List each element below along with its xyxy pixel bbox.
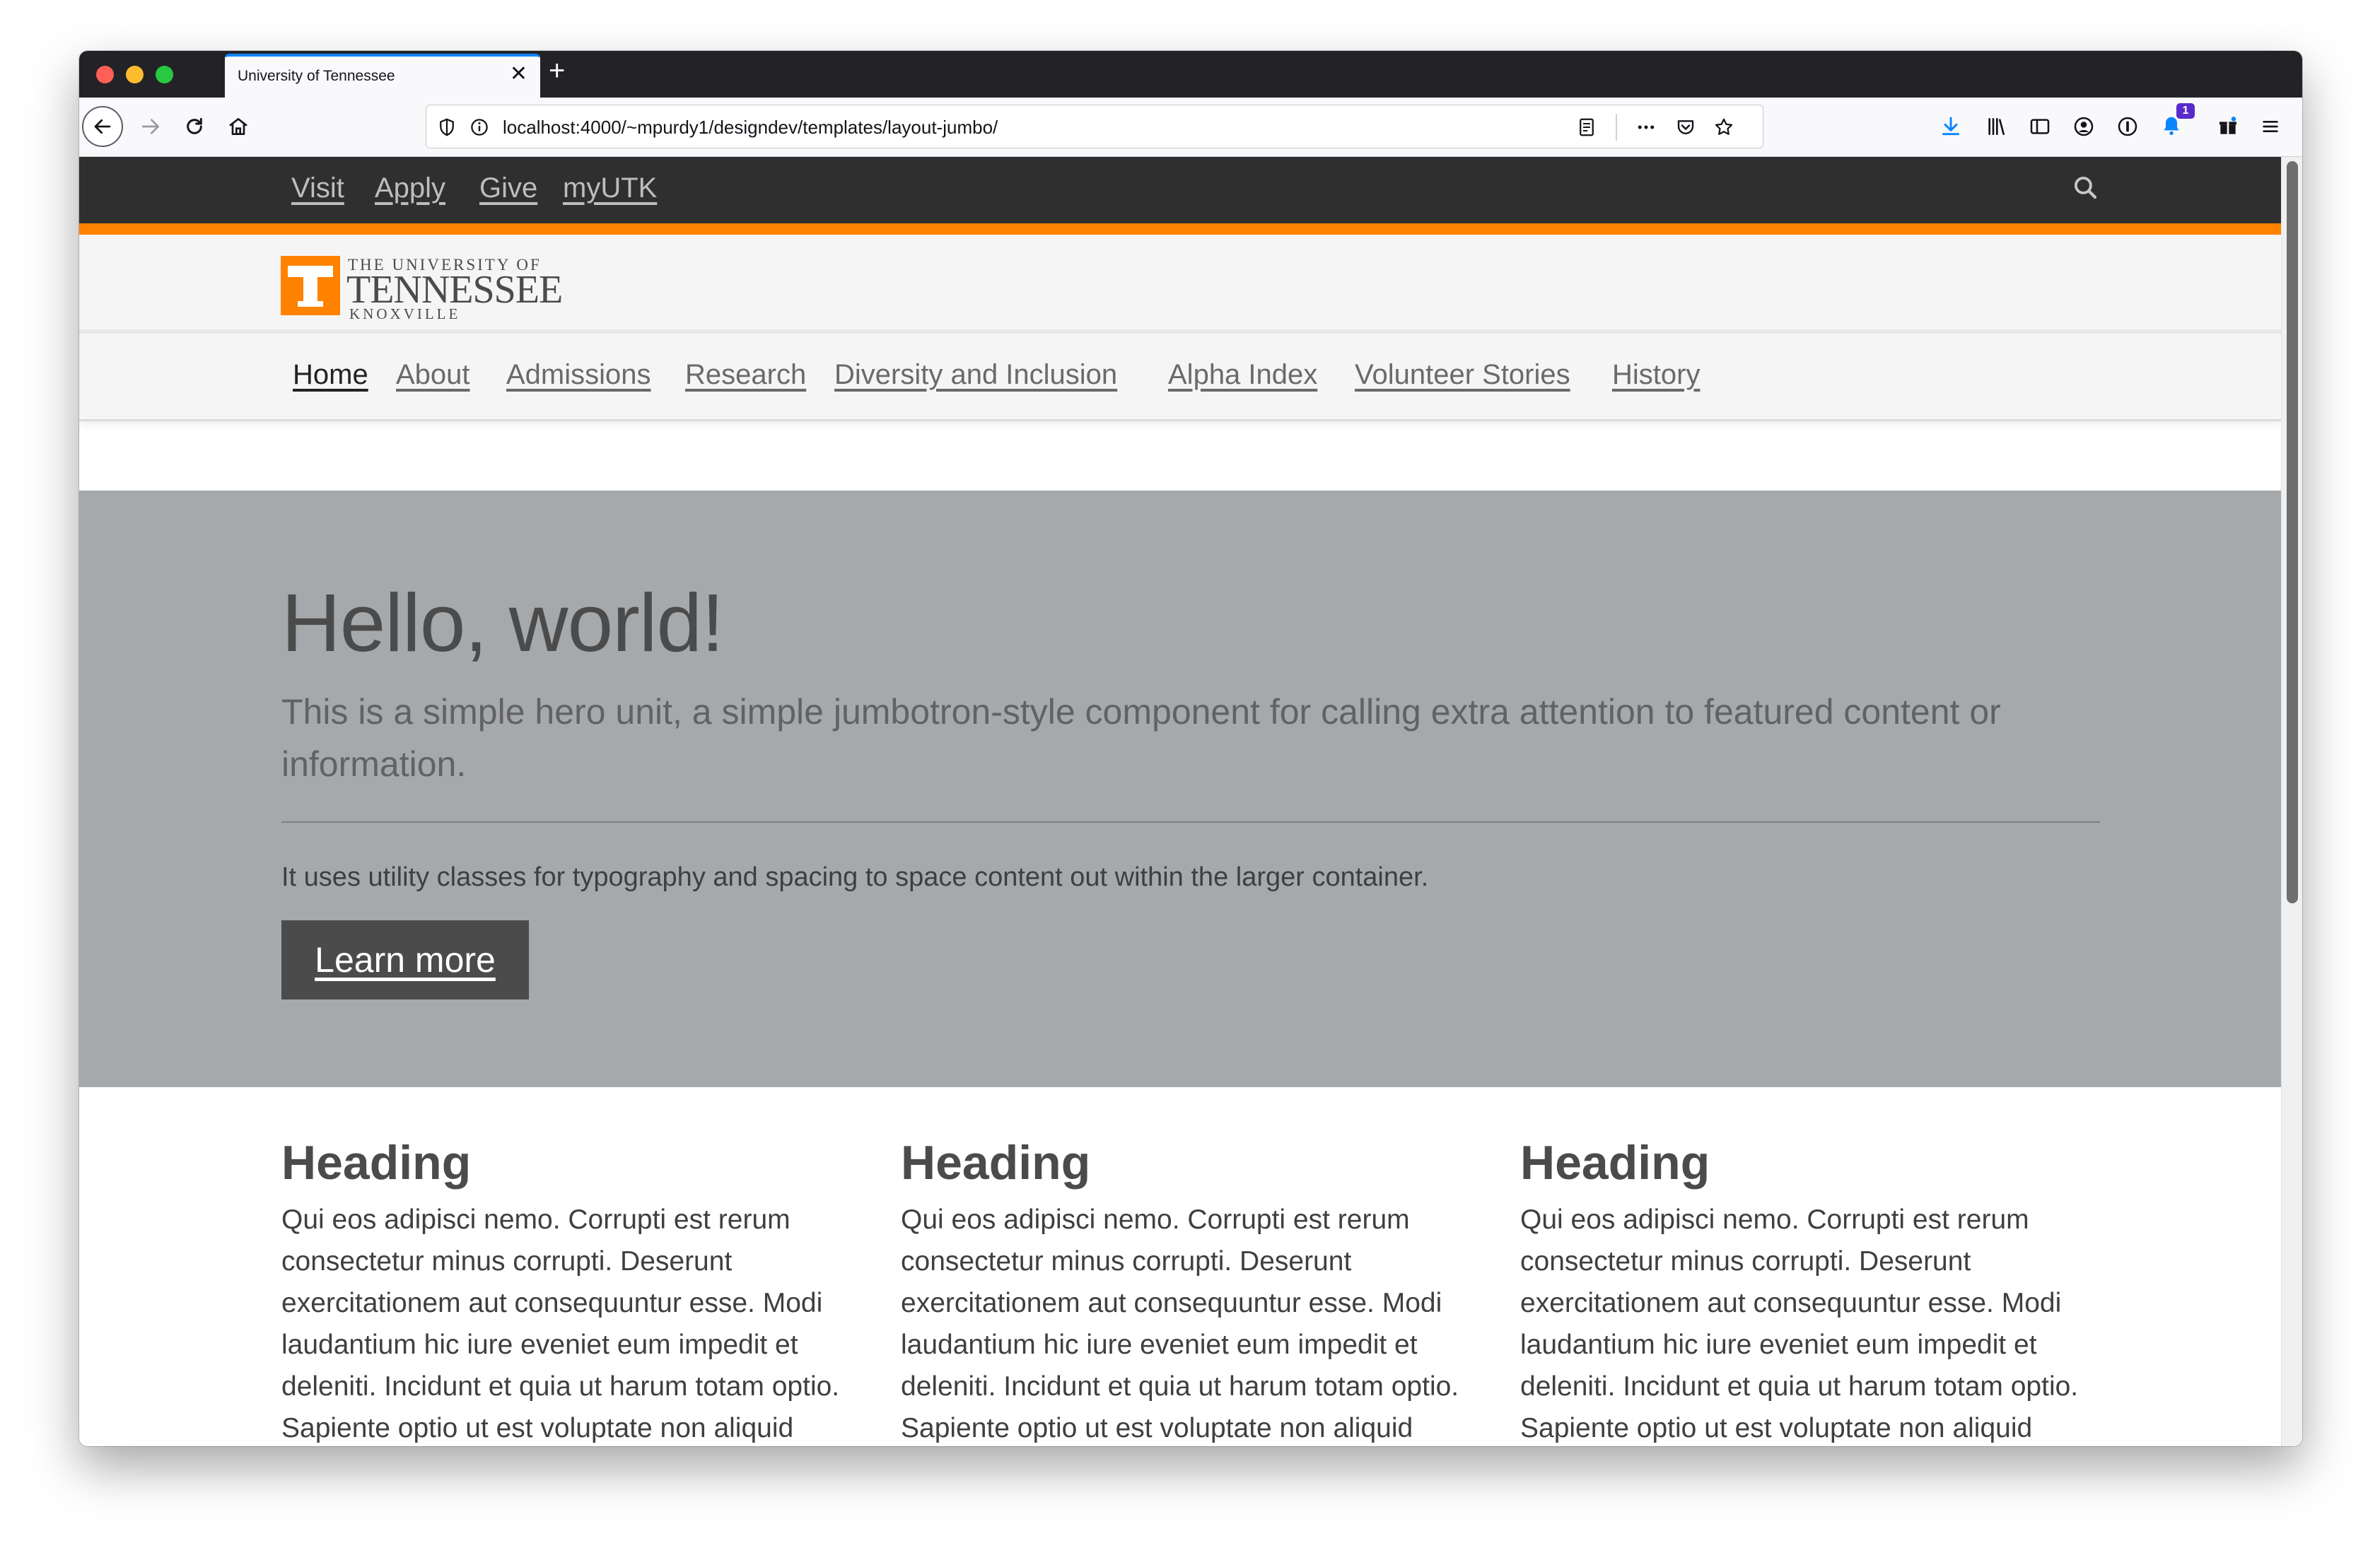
column-heading: Heading (901, 1136, 1091, 1190)
hero-title: Hello, world! (281, 577, 724, 669)
reload-icon (187, 117, 202, 134)
whats-new-gift-icon[interactable] (2213, 112, 2243, 141)
page-viewport: Visit Apply Give myUTK THE UNIVERSITY OF… (79, 157, 2302, 1446)
nav-item-volunteer-stories[interactable]: Volunteer Stories (1355, 359, 1570, 391)
reader-view-icon[interactable] (1575, 115, 1599, 139)
home-icon (229, 118, 247, 135)
nav-item-home[interactable]: Home (293, 359, 368, 391)
url-bar[interactable]: localhost:4000/~mpurdy1/designdev/templa… (426, 105, 1763, 148)
site-info-icon[interactable] (467, 115, 491, 139)
nav-item-history[interactable]: History (1612, 359, 1700, 391)
maximize-window-button[interactable] (156, 66, 173, 83)
content-column-3: Heading Qui eos adipisci nemo. Corrupti … (1520, 1132, 2107, 1446)
nav-item-research[interactable]: Research (685, 359, 806, 391)
browser-toolbar: localhost:4000/~mpurdy1/designdev/templa… (79, 98, 2302, 157)
orange-accent-bar (79, 223, 2281, 235)
content-column-1: Heading Qui eos adipisci nemo. Corrupti … (281, 1132, 868, 1446)
utility-link-myutk[interactable]: myUTK (563, 172, 657, 204)
utility-nav: Visit Apply Give myUTK (79, 157, 2281, 223)
column-body: Qui eos adipisci nemo. Corrupti est reru… (281, 1204, 840, 1443)
minimize-window-button[interactable] (126, 66, 144, 83)
logo-text-line3: KNOXVILLE (349, 305, 461, 322)
search-icon[interactable] (2070, 172, 2100, 202)
utility-link-visit[interactable]: Visit (291, 172, 344, 204)
browser-window: University of Tennessee ✕ + localhost:40… (79, 51, 2302, 1446)
nav-item-diversity-and-inclusion[interactable]: Diversity and Inclusion (834, 359, 1117, 391)
utility-link-apply[interactable]: Apply (375, 172, 445, 204)
column-heading: Heading (281, 1136, 472, 1190)
hero-divider (281, 821, 2100, 823)
learn-more-button[interactable]: Learn more (281, 920, 529, 999)
url-bar-divider (1616, 114, 1617, 141)
brand-bar: THE UNIVERSITY OF TENNESSEE KNOXVILLE (79, 235, 2281, 334)
hamburger-menu-icon[interactable] (2256, 112, 2285, 141)
column-heading: Heading (1520, 1136, 1710, 1190)
nav-item-about[interactable]: About (396, 359, 470, 391)
nav-item-alpha-index[interactable]: Alpha Index (1168, 359, 1317, 391)
hero-jumbotron: Hello, world! This is a simple hero unit… (79, 491, 2281, 1087)
bookmark-star-icon[interactable] (1712, 115, 1736, 139)
browser-tab[interactable]: University of Tennessee ✕ (225, 54, 540, 98)
forward-arrow-icon (142, 119, 159, 134)
forward-button[interactable] (134, 110, 167, 143)
home-button[interactable] (222, 110, 255, 143)
password-manager-icon[interactable] (2113, 112, 2142, 141)
new-tab-icon[interactable]: + (549, 57, 565, 85)
pocket-icon[interactable] (1674, 115, 1698, 139)
notification-badge: 1 (2176, 103, 2195, 119)
downloads-icon[interactable] (1936, 112, 1966, 141)
tab-title: University of Tennessee (238, 68, 395, 84)
main-nav: Home About Admissions Research Diversity… (79, 334, 2281, 421)
tab-strip: University of Tennessee ✕ + (79, 51, 2302, 98)
back-button[interactable] (82, 106, 123, 147)
page-scrollbar[interactable] (2281, 157, 2302, 1446)
tracking-shield-icon[interactable] (435, 115, 459, 139)
sidebar-icon[interactable] (2025, 112, 2055, 141)
utility-link-give[interactable]: Give (479, 172, 537, 204)
content-column-2: Heading Qui eos adipisci nemo. Corrupti … (901, 1132, 1488, 1446)
reload-button[interactable] (178, 110, 211, 143)
back-arrow-icon (94, 119, 111, 134)
column-body: Qui eos adipisci nemo. Corrupti est reru… (901, 1204, 1459, 1443)
hero-subtext: It uses utility classes for typography a… (281, 862, 1429, 892)
hero-lead: This is a simple hero unit, a simple jum… (281, 692, 2001, 784)
close-window-button[interactable] (96, 66, 114, 83)
page-actions-icon[interactable] (1634, 115, 1658, 139)
account-icon[interactable] (2069, 112, 2099, 141)
scrollbar-thumb[interactable] (2287, 161, 2298, 903)
library-icon[interactable] (1981, 112, 2011, 141)
column-body: Qui eos adipisci nemo. Corrupti est reru… (1520, 1204, 2079, 1443)
tab-close-icon[interactable]: ✕ (510, 64, 527, 85)
ut-power-t-logo[interactable] (281, 256, 340, 315)
nav-item-admissions[interactable]: Admissions (506, 359, 651, 391)
url-text: localhost:4000/~mpurdy1/designdev/templa… (503, 117, 998, 138)
